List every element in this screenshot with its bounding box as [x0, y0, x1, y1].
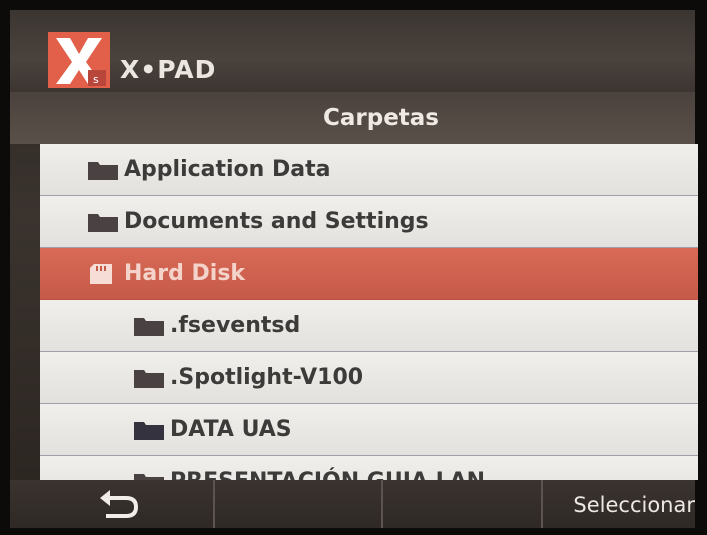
folder-label: Application Data	[124, 157, 331, 182]
folder-label: .fseventsd	[170, 313, 301, 338]
list-item[interactable]: Documents and Settings	[40, 196, 698, 248]
bezel	[0, 0, 707, 10]
folder-label: PRESENTACIÓN GUIA LAN...	[170, 469, 510, 480]
folder-icon	[134, 370, 164, 388]
folder-list: Application Data Documents and Settings Ha…	[40, 144, 698, 480]
list-item[interactable]: DATA UAS	[40, 404, 698, 456]
app-title: X•PAD	[120, 55, 217, 84]
select-button[interactable]: Seleccionar	[543, 480, 695, 528]
softkey-empty[interactable]	[215, 480, 383, 528]
bezel	[0, 527, 707, 535]
back-arrow-icon	[100, 490, 139, 518]
softkey-bar: Seleccionar	[10, 480, 695, 528]
list-item[interactable]: .fseventsd	[40, 300, 698, 352]
folder-label: DATA UAS	[170, 417, 292, 442]
sd-card-icon	[90, 264, 112, 284]
list-item[interactable]: PRESENTACIÓN GUIA LAN...	[40, 456, 698, 480]
folder-label: .Spotlight-V100	[170, 365, 364, 390]
folder-label: Documents and Settings	[124, 209, 429, 234]
folder-icon	[88, 162, 118, 180]
title-bar: s X•PAD	[10, 10, 695, 92]
folder-label: Hard Disk	[124, 261, 246, 286]
list-item[interactable]: Hard Disk	[40, 248, 698, 300]
list-item[interactable]: Application Data	[40, 144, 698, 196]
select-button-label: Seleccionar	[573, 493, 695, 517]
folder-icon	[88, 214, 118, 232]
list-item[interactable]: .Spotlight-V100	[40, 352, 698, 404]
folder-icon	[134, 422, 164, 440]
folder-icon	[134, 474, 164, 480]
page-title: Carpetas	[322, 105, 439, 131]
svg-text:s: s	[93, 73, 99, 86]
folder-icon	[134, 318, 164, 336]
section-header: Carpetas	[10, 92, 695, 144]
x-pad-logo-icon: s	[48, 32, 110, 88]
softkey-empty[interactable]	[383, 480, 543, 528]
device-screen: s X•PAD Carpetas Application Data Documen…	[0, 0, 707, 535]
back-button[interactable]	[10, 480, 215, 528]
bezel	[0, 0, 10, 535]
